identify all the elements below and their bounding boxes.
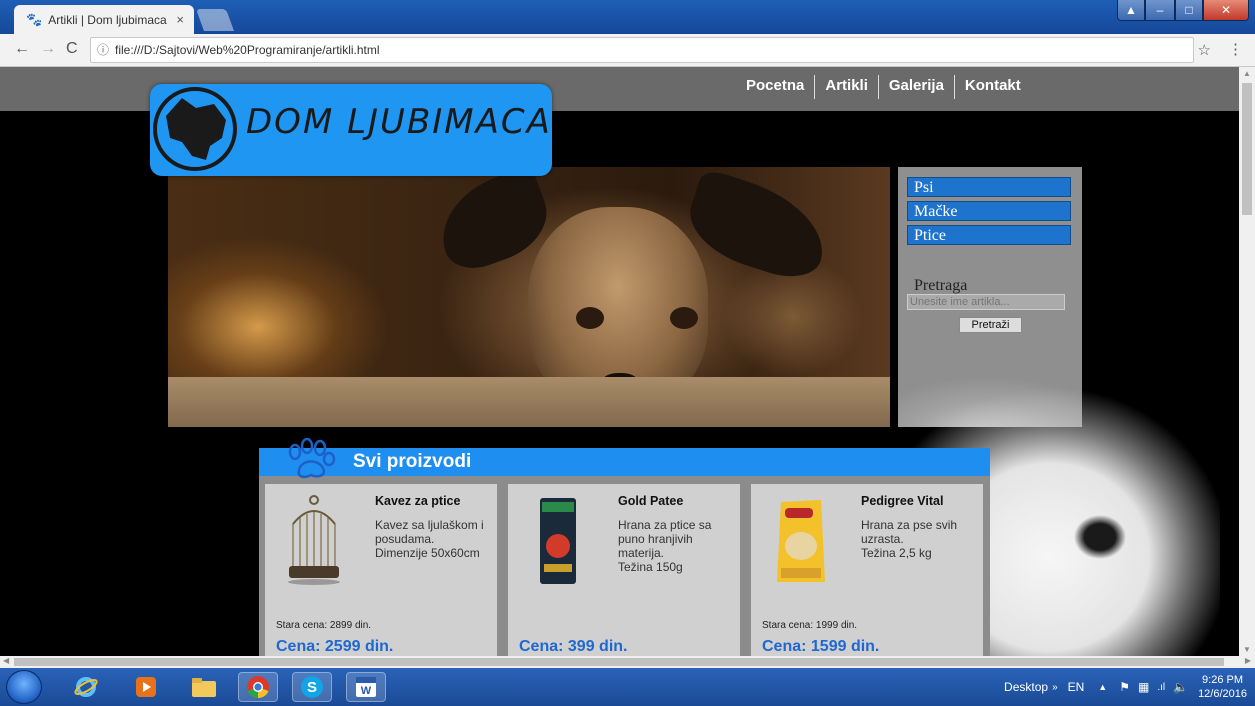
signal-bars-icon[interactable]: .ıl (1157, 682, 1165, 693)
product-description: Kavez sa ljulaškom i posudama. Dimenzije… (375, 518, 484, 560)
browser-tab-artikli[interactable]: 🐾 Artikli | Dom ljubimaca × (14, 5, 194, 34)
scroll-down-arrow-icon[interactable]: ▼ (1243, 645, 1251, 654)
new-tab-button[interactable] (195, 9, 235, 31)
media-player-icon[interactable] (126, 672, 166, 702)
language-indicator[interactable]: EN (1068, 680, 1085, 694)
address-bar[interactable]: ⓘ file:///D:/Sajtovi/Web%20Programiranje/… (90, 37, 1194, 63)
paw-icon (288, 438, 336, 479)
search-input[interactable] (907, 294, 1065, 310)
reload-icon[interactable]: C (66, 40, 78, 58)
product-description: Hrana za pse svih uzrasta. Težina 2,5 kg (861, 518, 958, 560)
hero-dog-eye (670, 307, 698, 329)
products-header: Svi proizvodi (259, 438, 990, 479)
info-icon[interactable]: ⓘ (97, 43, 109, 57)
hero-dog-image (168, 167, 890, 427)
internet-explorer-icon[interactable] (66, 672, 106, 702)
close-window-button[interactable]: ✕ (1203, 0, 1249, 21)
url-text: file:///D:/Sajtovi/Web%20Programiranje/a… (115, 43, 380, 57)
nav-link-galerija[interactable]: Galerija (879, 77, 954, 99)
hero-blanket (168, 377, 890, 427)
browser-tab-strip: 🐾 Artikli | Dom ljubimaca × ▲ – □ ✕ (0, 0, 1255, 34)
minimize-button[interactable]: – (1145, 0, 1175, 21)
logo-text: DOM LJUBIMACA (246, 102, 552, 142)
speaker-volume-icon[interactable]: 🔈 (1173, 680, 1188, 694)
word-icon[interactable]: W (346, 672, 386, 702)
forward-arrow-icon[interactable]: → (40, 40, 56, 58)
toolbar-expand-icon[interactable]: » (1052, 682, 1058, 693)
profile-icon[interactable]: ▲ (1117, 0, 1145, 21)
scroll-up-arrow-icon[interactable]: ▲ (1243, 69, 1251, 78)
bookmark-star-icon[interactable]: ☆ (1198, 41, 1211, 59)
back-arrow-icon[interactable]: ← (14, 40, 30, 58)
products-section: Svi proizvodi Kavez za ptice Kavez sa lj… (259, 438, 990, 656)
nav-link-pocetna[interactable]: Pocetna (736, 77, 814, 99)
hero-dog-eye (576, 307, 604, 329)
window-controls: ▲ – □ ✕ (1117, 0, 1249, 21)
system-tray: Desktop » EN ▲ ⚑ ▦ .ıl 🔈 9:26 PM 12/6/20… (1004, 668, 1247, 706)
tray-overflow-icon[interactable]: ▲ (1098, 682, 1107, 692)
search-button[interactable]: Pretraži (959, 317, 1022, 333)
pedigree-bag-image (777, 500, 825, 582)
action-center-flag-icon[interactable]: ⚑ (1119, 680, 1130, 694)
product-price: Cena: 399 din. (519, 638, 628, 655)
nav-link-kontakt[interactable]: Kontakt (955, 77, 1031, 99)
horizontal-scroll-thumb[interactable] (14, 658, 1224, 666)
gold-patee-package-image (540, 498, 576, 584)
dog-head-logo-icon (153, 87, 237, 171)
vertical-scrollbar[interactable]: ▲ ▼ (1239, 67, 1255, 656)
product-old-price: Stara cena: 2899 din. (276, 620, 372, 631)
search-label: Pretraga (914, 277, 968, 294)
vertical-scroll-thumb[interactable] (1242, 83, 1252, 215)
nav-link-artikli[interactable]: Artikli (815, 77, 878, 99)
product-old-price: Stara cena: 1999 din. (762, 620, 858, 631)
file-explorer-icon[interactable] (184, 672, 224, 702)
maximize-button[interactable]: □ (1175, 0, 1203, 21)
clock-date: 12/6/2016 (1198, 688, 1247, 700)
skype-icon[interactable]: S (292, 672, 332, 702)
product-name[interactable]: Pedigree Vital (861, 494, 943, 508)
product-card-gold-patee[interactable]: Gold Patee Hrana za ptice sa puno hranji… (508, 484, 740, 656)
site-logo[interactable]: DOM LJUBIMACA (150, 84, 552, 176)
svg-text:W: W (361, 685, 372, 697)
tab-title: Artikli | Dom ljubimaca (48, 12, 167, 27)
clock-time: 9:26 PM (1202, 674, 1244, 686)
product-card-kavez[interactable]: Kavez za ptice Kavez sa ljulaškom i posu… (265, 484, 497, 656)
product-price: Cena: 2599 din. (276, 638, 394, 655)
products-title: Svi proizvodi (353, 451, 472, 472)
chrome-icon[interactable] (238, 672, 278, 702)
nav-links: Pocetna Artikli Galerija Kontakt (736, 75, 1031, 99)
scroll-left-arrow-icon[interactable]: ◀ (3, 656, 9, 665)
product-name[interactable]: Kavez za ptice (375, 494, 460, 508)
tab-close-icon[interactable]: × (176, 12, 184, 27)
windows-taskbar: S W Desktop » EN ▲ ⚑ ▦ .ıl 🔈 9:26 PM 12/… (0, 668, 1255, 706)
browser-menu-icon[interactable]: ⋮ (1228, 40, 1243, 58)
product-name[interactable]: Gold Patee (618, 494, 683, 508)
product-description: Hrana za ptice sa puno hranjivih materij… (618, 518, 712, 574)
network-device-icon[interactable]: ▦ (1138, 680, 1149, 694)
category-psi[interactable]: Psi (907, 177, 1071, 197)
desktop-toolbar-label[interactable]: Desktop (1004, 680, 1048, 694)
paw-favicon-icon: 🐾 (26, 11, 43, 27)
scroll-right-arrow-icon[interactable]: ▶ (1245, 656, 1251, 665)
page-viewport: Pocetna Artikli Galerija Kontakt DOM LJU… (0, 67, 1239, 656)
product-card-pedigree[interactable]: Pedigree Vital Hrana za pse svih uzrasta… (751, 484, 983, 656)
horizontal-scrollbar[interactable]: ◀ ▶ (0, 656, 1255, 668)
category-ptice[interactable]: Ptice (907, 225, 1071, 245)
browser-toolbar: ← → C ⓘ file:///D:/Sajtovi/Web%20Programi… (0, 34, 1255, 67)
taskbar-clock[interactable]: 9:26 PM 12/6/2016 (1198, 673, 1247, 701)
start-button[interactable] (6, 670, 42, 704)
category-macke[interactable]: Mačke (907, 201, 1071, 221)
bird-cage-image (288, 495, 340, 585)
product-price: Cena: 1599 din. (762, 638, 880, 655)
svg-text:S: S (307, 679, 317, 696)
